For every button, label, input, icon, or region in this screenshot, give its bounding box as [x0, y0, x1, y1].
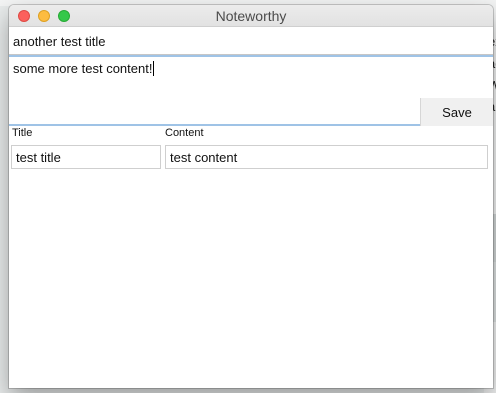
title-bar[interactable]: Noteworthy: [9, 5, 493, 27]
note-content-text: some more test content!: [13, 61, 155, 76]
table-cell-title[interactable]: test title: [11, 145, 161, 169]
note-content-textarea[interactable]: some more test content! Save: [9, 55, 493, 126]
column-header-content[interactable]: Content: [165, 127, 204, 139]
text-caret: [153, 61, 155, 76]
column-header-title[interactable]: Title: [12, 127, 32, 139]
app-window: Noteworthy some more test content! Save …: [9, 5, 493, 388]
table-cell-content[interactable]: test content: [165, 145, 488, 169]
window-title: Noteworthy: [215, 8, 287, 24]
note-content-value: some more test content!: [13, 61, 153, 76]
save-button[interactable]: Save: [420, 98, 493, 126]
note-title-input[interactable]: [9, 28, 493, 55]
